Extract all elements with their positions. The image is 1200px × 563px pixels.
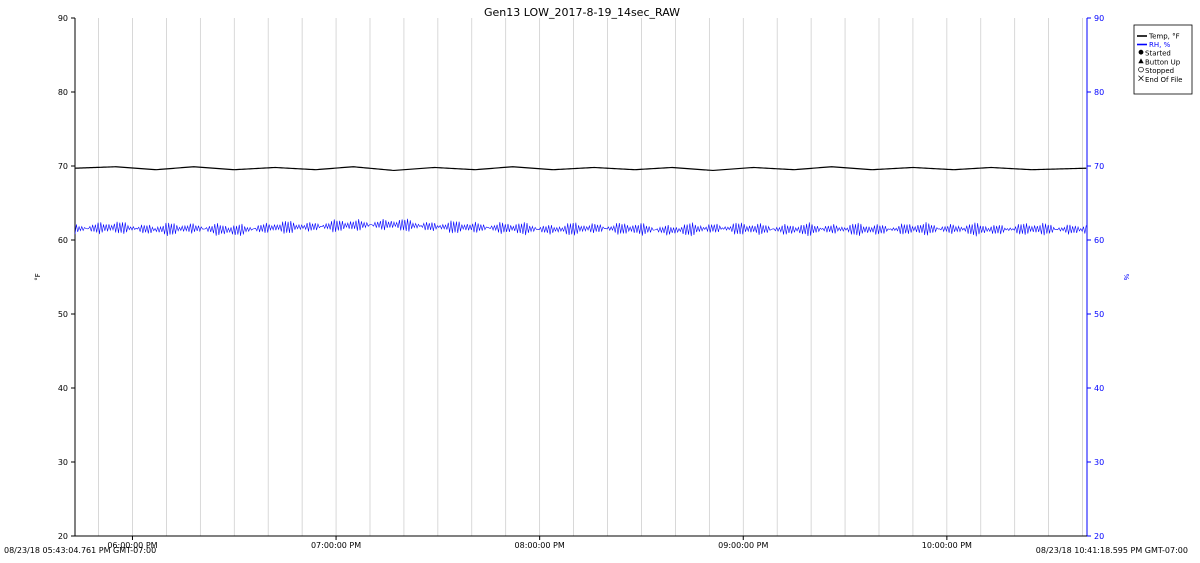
left-y-axis: 20 30 40 50 60 70 80 90 xyxy=(58,14,75,541)
left-tick-label: 30 xyxy=(58,458,68,467)
left-tick-label: 80 xyxy=(58,88,68,97)
chart: Gen13 LOW_2017-8-19_14sec_RAW 20 30 40 50 60… xyxy=(4,6,1193,555)
right-tick-label: 60 xyxy=(1094,236,1104,245)
legend-label: End Of File xyxy=(1145,76,1182,84)
x-tick-label: 08:00:00 PM xyxy=(515,541,565,550)
left-tick-label: 90 xyxy=(58,14,68,23)
left-tick-label: 70 xyxy=(58,162,68,171)
left-tick-label: 20 xyxy=(58,532,68,541)
x-tick-label: 10:00:00 PM xyxy=(922,541,972,550)
legend-label: Button Up xyxy=(1145,58,1181,66)
right-y-axis: 20 30 40 50 60 70 80 90 xyxy=(1087,14,1104,541)
legend-started-icon xyxy=(1138,49,1144,55)
gridlines xyxy=(98,18,1083,536)
left-axis-label: °F xyxy=(34,273,42,281)
right-tick-label: 70 xyxy=(1094,162,1104,171)
right-tick-label: 90 xyxy=(1094,14,1104,23)
legend-label: RH, % xyxy=(1149,41,1171,49)
x-end-label: 08/23/18 10:41:18.595 PM GMT-07:00 xyxy=(1036,546,1188,555)
right-tick-label: 80 xyxy=(1094,88,1104,97)
chart-title: Gen13 LOW_2017-8-19_14sec_RAW xyxy=(484,6,680,19)
left-tick-label: 60 xyxy=(58,236,68,245)
x-tick-label: 07:00:00 PM xyxy=(311,541,361,550)
right-tick-label: 20 xyxy=(1094,532,1104,541)
x-axis: 06:00:00 PM 07:00:00 PM 08:00:00 PM 09:00:0… xyxy=(107,536,972,550)
x-start-label: 08/23/18 05:43:04.761 PM GMT-07:00 xyxy=(4,546,156,555)
series-line-1 xyxy=(74,218,1087,237)
right-tick-label: 40 xyxy=(1094,384,1104,393)
series-line-0 xyxy=(74,166,1087,172)
right-axis-label: % xyxy=(1122,274,1130,281)
series-layer xyxy=(74,166,1087,237)
left-tick-label: 40 xyxy=(58,384,68,393)
right-tick-label: 50 xyxy=(1094,310,1104,319)
legend-label: Stopped xyxy=(1145,67,1174,75)
legend-label: Started xyxy=(1145,50,1171,58)
legend: Temp, °FRH, %StartedButton UpStoppedEnd … xyxy=(1133,24,1193,95)
legend-label: Temp, °F xyxy=(1148,33,1180,41)
x-tick-label: 09:00:00 PM xyxy=(718,541,768,550)
right-tick-label: 30 xyxy=(1094,458,1104,467)
left-tick-label: 50 xyxy=(58,310,68,319)
